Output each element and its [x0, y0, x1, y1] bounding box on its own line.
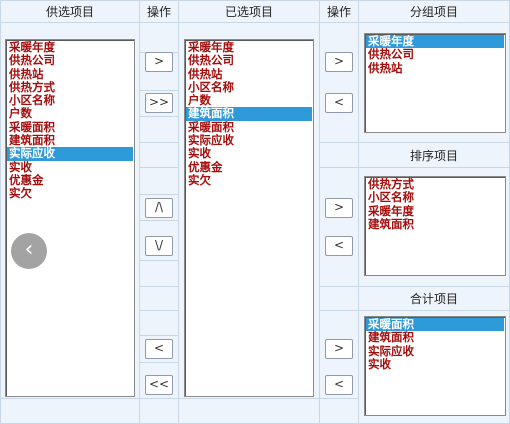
list-item[interactable]: 供热方式: [366, 177, 504, 191]
move-down-button[interactable]: \/: [145, 236, 173, 256]
grid-line: [319, 310, 359, 311]
list-item[interactable]: 采暖年度: [7, 40, 133, 54]
list-item[interactable]: 建筑面积: [366, 330, 504, 344]
group-remove-button[interactable]: <: [325, 93, 353, 113]
remove-all-button[interactable]: <<: [145, 375, 173, 395]
grid-line: [139, 260, 179, 261]
grid-line: [319, 142, 359, 143]
move-up-button[interactable]: /\: [145, 198, 173, 218]
header-selected: 已选项目: [178, 0, 320, 23]
list-item[interactable]: 供热方式: [7, 80, 133, 94]
grid-line: [0, 398, 140, 399]
header-total: 合计项目: [358, 286, 510, 311]
grid-line: [139, 90, 179, 91]
list-item[interactable]: 实收: [7, 160, 133, 174]
list-item[interactable]: 供热公司: [186, 53, 312, 67]
list-item[interactable]: 供热站: [186, 67, 312, 81]
add-selected-button[interactable]: >: [145, 52, 173, 72]
header-group: 分组项目: [358, 0, 510, 23]
field-selector-panel: 供选项目 操作 已选项目 操作 分组项目 排序项目 合计项目 采暖年度 供热公司供…: [0, 0, 510, 424]
list-item[interactable]: 供热站: [7, 67, 133, 81]
remove-selected-button[interactable]: <: [145, 339, 173, 359]
list-item[interactable]: 实欠: [7, 186, 133, 200]
list-item[interactable]: 供热站: [366, 61, 504, 75]
list-item[interactable]: 小区名称: [186, 80, 312, 94]
header-operation-1: 操作: [139, 0, 179, 23]
sort-remove-button[interactable]: <: [325, 236, 353, 256]
list-item[interactable]: 供热公司: [366, 47, 504, 61]
add-all-button[interactable]: >>: [145, 93, 173, 113]
list-item[interactable]: 采暖面积: [186, 120, 312, 134]
list-item[interactable]: 建筑面积: [366, 217, 504, 231]
grid-line: [139, 167, 179, 168]
list-item[interactable]: 供热公司: [7, 53, 133, 67]
list-item[interactable]: 采暖面积: [7, 120, 133, 134]
grid-line: [139, 286, 179, 287]
list-item[interactable]: 优惠金: [7, 173, 133, 187]
grid-line: [319, 398, 359, 399]
header-available: 供选项目: [0, 0, 140, 23]
header-operation-2: 操作: [319, 0, 359, 23]
sort-items-list[interactable]: 供热方式 小区名称 采暖年度 建筑面积: [364, 176, 506, 276]
list-item[interactable]: 实际应收: [7, 147, 133, 161]
total-items-list[interactable]: 采暖面积 建筑面积 实际应收 实收: [364, 316, 506, 416]
group-items-list[interactable]: 采暖年度 供热公司 供热站: [364, 33, 506, 133]
list-item[interactable]: 实收: [186, 147, 312, 161]
list-item[interactable]: 实际应收: [366, 344, 504, 358]
list-item[interactable]: 户数: [7, 107, 133, 121]
list-item[interactable]: 采暖年度: [366, 34, 504, 49]
list-item[interactable]: 采暖年度: [186, 40, 312, 54]
total-remove-button[interactable]: <: [325, 375, 353, 395]
grid-line: [139, 310, 179, 311]
group-add-button[interactable]: >: [325, 52, 353, 72]
grid-line: [139, 142, 179, 143]
list-item[interactable]: 实收: [366, 357, 504, 371]
list-item[interactable]: 户数: [186, 93, 312, 107]
list-item[interactable]: 实欠: [186, 173, 312, 187]
back-arrow-icon[interactable]: ‹: [11, 233, 47, 269]
grid-line: [139, 194, 179, 195]
list-item[interactable]: 优惠金: [186, 160, 312, 174]
grid-line: [139, 335, 179, 336]
list-item[interactable]: 小区名称: [366, 190, 504, 204]
grid-line: [319, 167, 359, 168]
list-item[interactable]: 建筑面积: [186, 107, 312, 121]
list-item[interactable]: 实际应收: [186, 133, 312, 147]
list-item[interactable]: 小区名称: [7, 93, 133, 107]
grid-line: [139, 398, 179, 399]
grid-line: [139, 220, 179, 221]
grid-line: [319, 286, 359, 287]
list-item[interactable]: 采暖年度: [366, 204, 504, 218]
grid-line: [139, 116, 179, 117]
grid-line: [139, 362, 179, 363]
available-items-list[interactable]: 采暖年度 供热公司 供热站 供热方式 小区名称 户数 采暖面积 建筑面积 实际应收 实收 优惠金 实欠: [5, 39, 135, 397]
selected-items-list[interactable]: 采暖年度 供热公司 供热站 小区名称 户数 建筑面积 采暖面积 实际应收 实收 优惠金 实欠: [184, 39, 314, 397]
list-item[interactable]: 采暖面积: [366, 317, 504, 332]
total-add-button[interactable]: >: [325, 339, 353, 359]
header-sort: 排序项目: [358, 142, 510, 168]
list-item[interactable]: 建筑面积: [7, 133, 133, 147]
sort-add-button[interactable]: >: [325, 198, 353, 218]
grid-line: [178, 398, 320, 399]
